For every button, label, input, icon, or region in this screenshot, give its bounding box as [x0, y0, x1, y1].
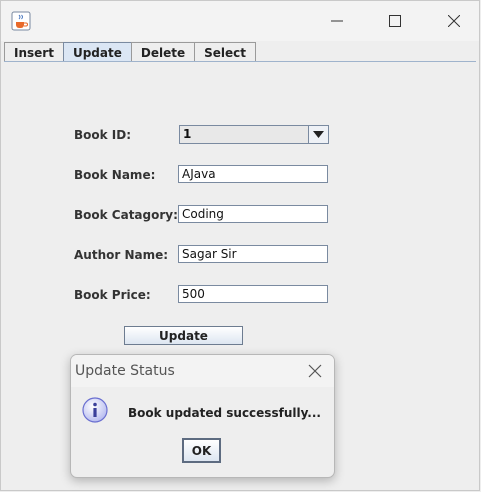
close-icon[interactable] — [308, 363, 322, 382]
book-id-select[interactable]: 1 — [179, 125, 329, 144]
dialog-message: Book updated successfully... — [128, 406, 321, 420]
title-bar[interactable] — [1, 1, 479, 41]
maximize-icon — [389, 15, 401, 27]
info-icon — [81, 396, 109, 428]
dialog-title: Update Status — [75, 363, 175, 379]
book-name-label: Book Name: — [74, 168, 156, 182]
tab-delete[interactable]: Delete — [130, 42, 196, 62]
book-id-value: 1 — [183, 127, 192, 141]
book-price-label: Book Price: — [74, 288, 151, 302]
java-cup-icon — [11, 11, 31, 31]
app-window: Insert Update Delete Select Book ID: 1 B… — [0, 0, 480, 491]
minimize-button[interactable] — [314, 1, 360, 41]
book-category-field[interactable] — [178, 205, 328, 223]
update-button[interactable]: Update — [124, 326, 243, 345]
tab-update[interactable]: Update — [62, 42, 132, 62]
minimize-icon — [331, 15, 343, 27]
update-status-dialog: Update Status Book updated successfully.… — [70, 354, 335, 478]
book-name-field[interactable] — [178, 165, 328, 183]
close-button[interactable] — [431, 1, 477, 41]
book-category-label: Book Catagory: — [74, 208, 178, 222]
tab-bar: Insert Update Delete Select — [4, 41, 256, 63]
author-name-field[interactable] — [178, 245, 328, 263]
tab-insert[interactable]: Insert — [4, 42, 64, 62]
chevron-down-icon[interactable] — [308, 126, 328, 143]
author-name-label: Author Name: — [74, 248, 169, 262]
book-id-label: Book ID: — [74, 128, 132, 142]
close-icon — [448, 15, 460, 27]
ok-button[interactable]: OK — [182, 438, 221, 463]
tab-select[interactable]: Select — [194, 42, 256, 62]
dialog-title-bar[interactable]: Update Status — [71, 355, 334, 387]
maximize-button[interactable] — [372, 1, 418, 41]
book-price-field[interactable] — [178, 285, 328, 303]
